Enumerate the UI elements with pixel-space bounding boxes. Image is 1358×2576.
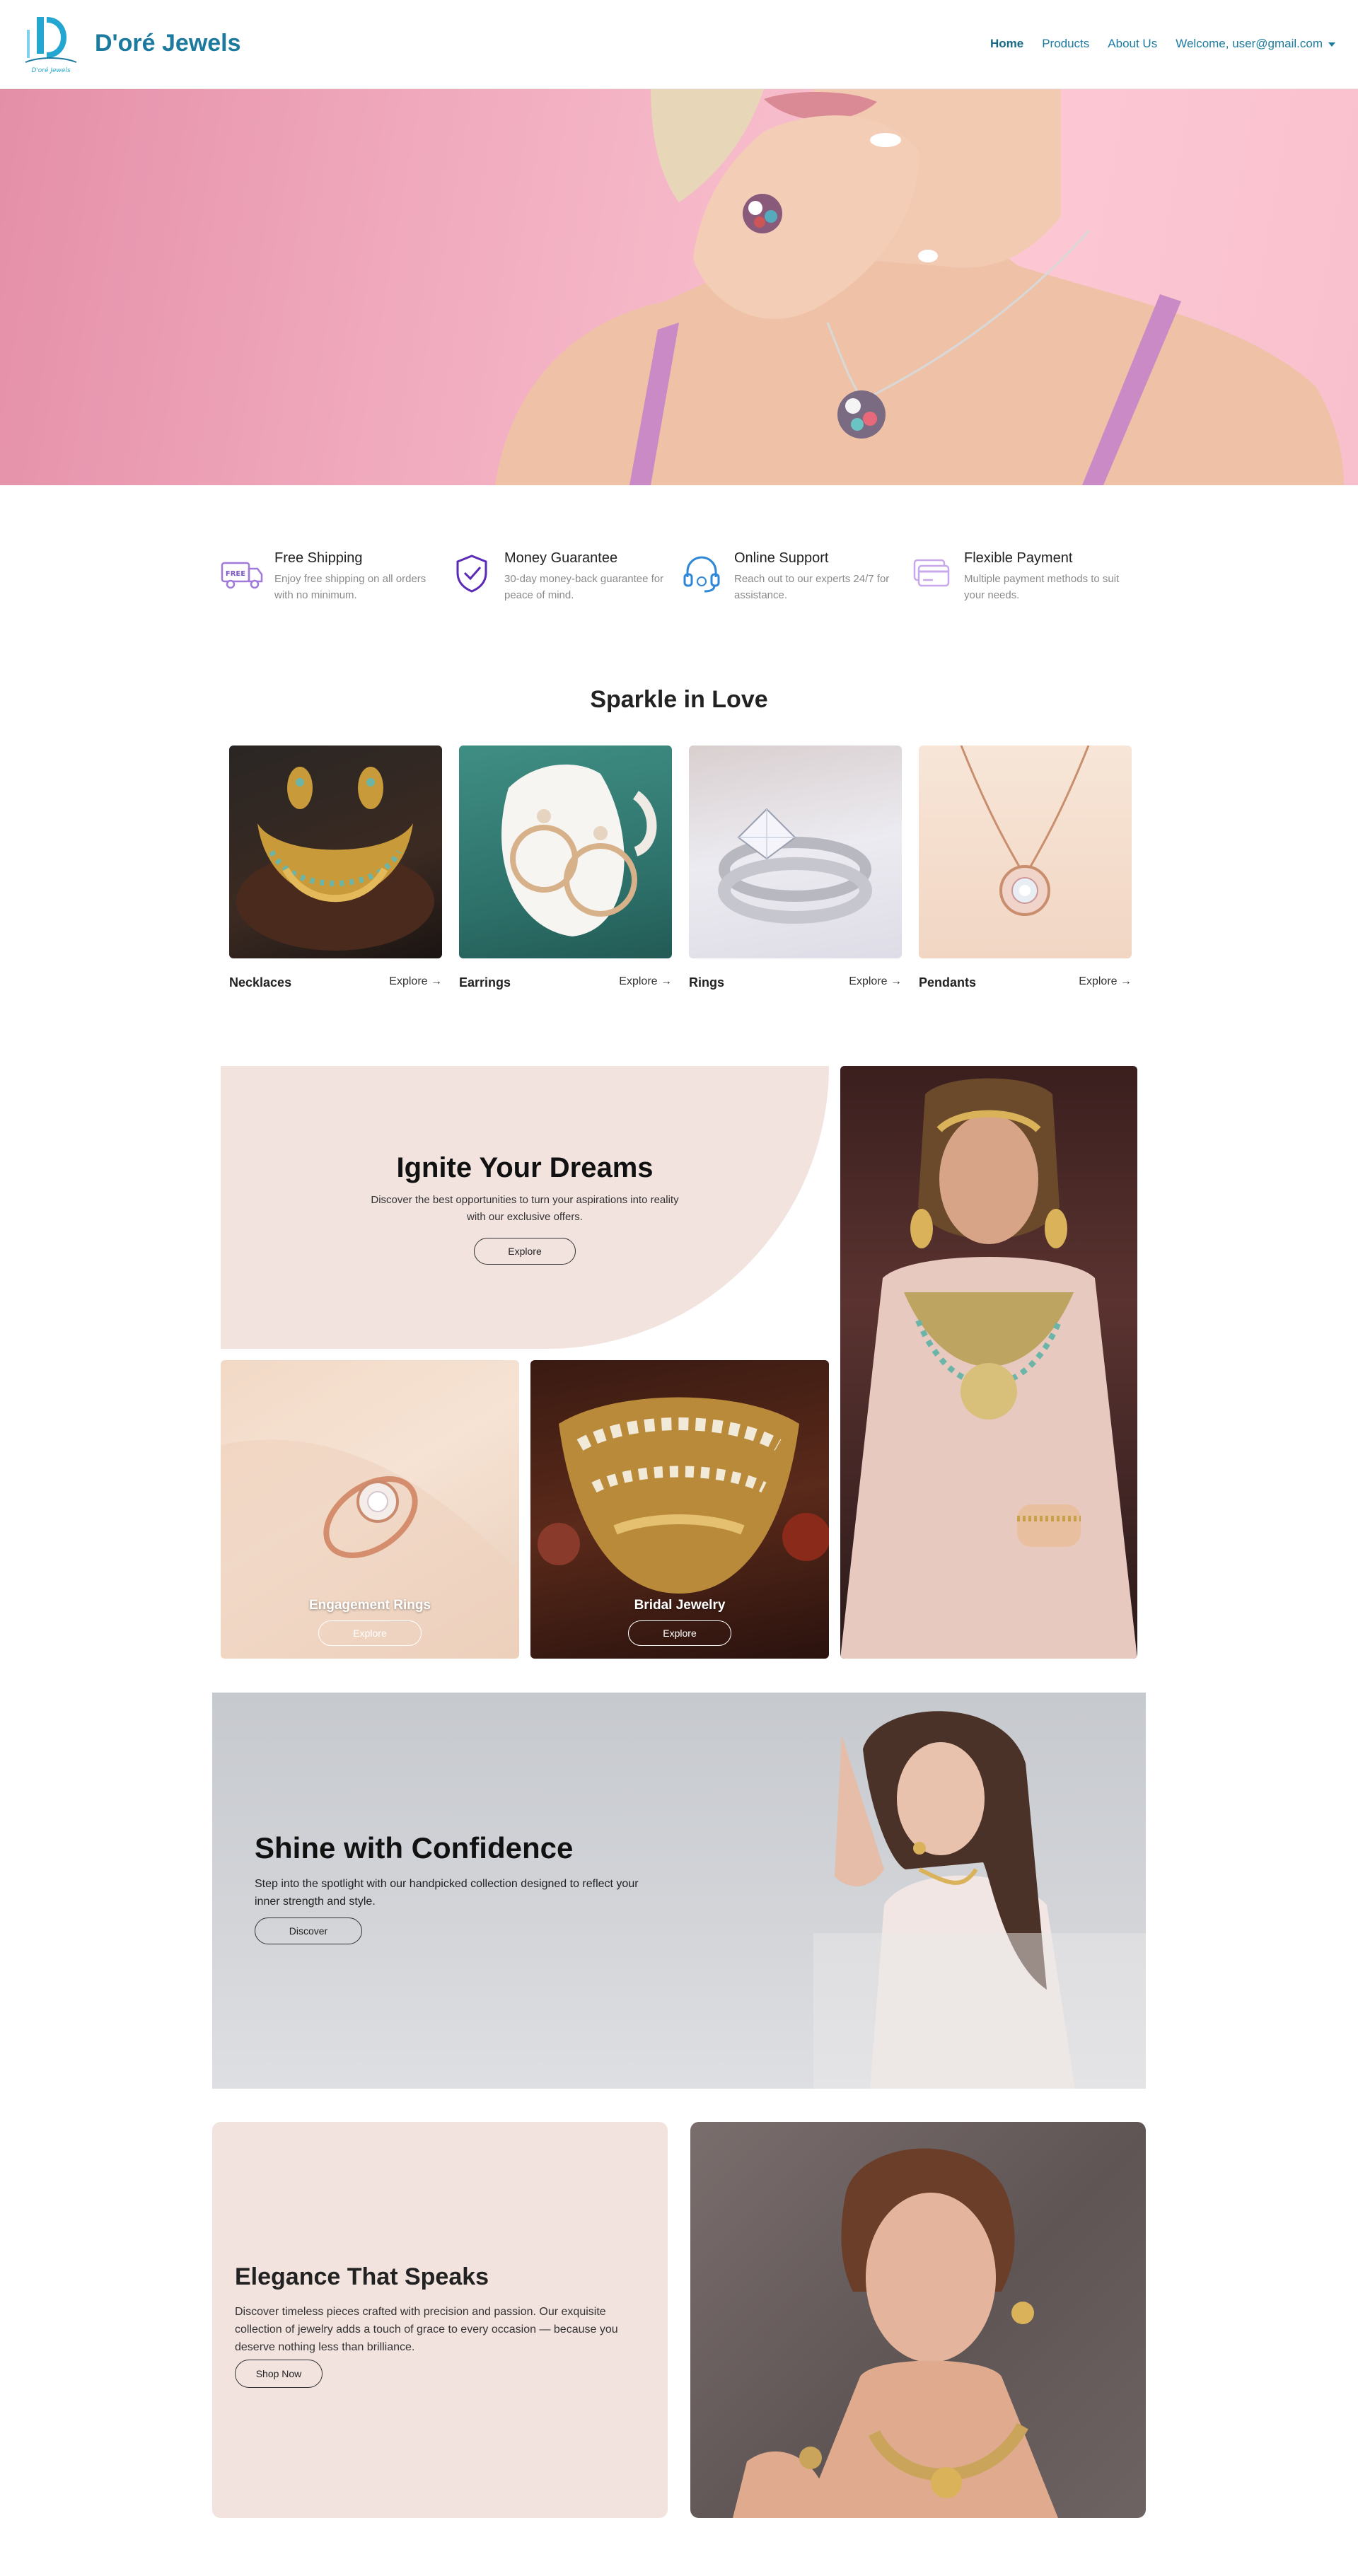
promo-desc: Discover the best opportunities to turn … [371, 1194, 679, 1223]
feature-text: Flexible Payment Multiple payment method… [964, 550, 1130, 614]
feature-text: Money Guarantee 30-day money-back guaran… [504, 550, 671, 614]
category-explore-link[interactable]: Explore → [619, 975, 672, 990]
navbar: D'oré Jewels D'oré Jewels Home Products … [0, 0, 1358, 89]
pendants-image[interactable] [919, 745, 1132, 958]
section-title-sparkle: Sparkle in Love [590, 686, 768, 713]
brand-name[interactable]: D'oré Jewels [95, 30, 241, 57]
chevron-down-icon [1328, 42, 1335, 47]
feature-title: Money Guarantee [504, 550, 618, 566]
tile-bridal-jewelry[interactable]: Bridal Jewelry Explore [530, 1360, 829, 1659]
necklace-image[interactable] [229, 745, 442, 958]
category-card-necklaces[interactable]: Necklaces Explore → [229, 745, 442, 990]
feature-money-guarantee: Money Guarantee 30-day money-back guaran… [449, 550, 679, 614]
user-menu-dropdown[interactable]: Welcome, user@gmail.com [1176, 37, 1335, 51]
category-caption: Earrings Explore → [459, 975, 672, 990]
feature-free-shipping: FREE Free Shipping Enjoy free shipping o… [219, 550, 449, 614]
main-nav: Home Products About Us Welcome, user@gma… [990, 37, 1335, 51]
rings-image[interactable] [689, 745, 902, 958]
promo-ignite: Ignite Your Dreams Discover the best opp… [221, 1066, 829, 1349]
tile-explore-button[interactable]: Explore [628, 1620, 731, 1646]
promo-shine: Shine with Confidence Step into the spot… [212, 1693, 1146, 2089]
category-name: Rings [689, 975, 725, 990]
shop-now-button[interactable]: Shop Now [235, 2360, 323, 2388]
promo-desc: Step into the spotlight with our handpic… [255, 1878, 639, 1908]
promo-title: Ignite Your Dreams [396, 1152, 654, 1183]
tile-engagement-rings[interactable]: Engagement Rings Explore [221, 1360, 519, 1659]
category-card-rings[interactable]: Rings Explore → [689, 745, 902, 990]
features-bar: FREE Free Shipping Enjoy free shipping o… [219, 550, 1139, 614]
category-grid: Necklaces Explore → Earrings Explore → R… [229, 745, 1132, 990]
feature-text: Online Support Reach out to our experts … [734, 550, 900, 614]
nav-link-about[interactable]: About Us [1108, 37, 1157, 51]
headset-support-icon [683, 556, 720, 593]
shield-check-icon [456, 555, 487, 593]
promo-title: Elegance That Speaks [235, 2263, 489, 2290]
promo-desc: Discover timeless pieces crafted with pr… [235, 2306, 618, 2353]
category-name: Pendants [919, 975, 977, 990]
free-shipping-truck-icon: FREE [221, 562, 263, 589]
nav-link-products[interactable]: Products [1042, 37, 1089, 51]
category-name: Necklaces [229, 975, 292, 990]
promo-elegance: Elegance That Speaks Discover timeless p… [212, 2122, 668, 2518]
logo-tagline: D'oré Jewels [31, 66, 71, 74]
brand-logo[interactable]: D'oré Jewels [23, 13, 79, 75]
feature-text: Free Shipping Enjoy free shipping on all… [274, 550, 441, 614]
explore-button[interactable]: Explore [474, 1238, 576, 1265]
hero-banner [0, 89, 1358, 485]
tile-label: Engagement Rings [308, 1598, 431, 1613]
category-explore-link[interactable]: Explore → [389, 975, 442, 990]
feature-desc: Reach out to our experts 24/7 for assist… [734, 573, 890, 601]
category-name: Earrings [459, 975, 511, 990]
feature-desc: Multiple payment methods to suit your ne… [964, 573, 1120, 601]
category-explore-link[interactable]: Explore → [849, 975, 902, 990]
nav-link-home[interactable]: Home [990, 37, 1023, 51]
category-caption: Necklaces Explore → [229, 975, 442, 990]
feature-title: Flexible Payment [964, 550, 1073, 566]
feature-desc: Enjoy free shipping on all orders with n… [274, 573, 426, 601]
category-card-earrings[interactable]: Earrings Explore → [459, 745, 672, 990]
category-caption: Rings Explore → [689, 975, 902, 990]
feature-title: Free Shipping [274, 550, 363, 566]
promo-title: Shine with Confidence [255, 1831, 574, 1864]
hero-model-image [495, 89, 1344, 485]
category-card-pendants[interactable]: Pendants Explore → [919, 745, 1132, 990]
free-badge-text: FREE [226, 570, 245, 578]
tile-explore-button[interactable]: Explore [318, 1620, 422, 1646]
user-menu-label: Welcome, user@gmail.com [1176, 37, 1323, 50]
feature-title: Online Support [734, 550, 829, 566]
bride-portrait-image [840, 1066, 1137, 1659]
earrings-image[interactable] [459, 745, 672, 958]
category-explore-link[interactable]: Explore → [1079, 975, 1132, 990]
credit-card-icon [913, 559, 950, 587]
feature-online-support: Online Support Reach out to our experts … [679, 550, 909, 614]
feature-flexible-payment: Flexible Payment Multiple payment method… [909, 550, 1139, 614]
category-caption: Pendants Explore → [919, 975, 1132, 990]
feature-desc: 30-day money-back guarantee for peace of… [504, 573, 664, 601]
discover-button[interactable]: Discover [255, 1918, 362, 1944]
tile-label: Bridal Jewelry [634, 1598, 726, 1613]
elegance-model-image [690, 2122, 1146, 2518]
